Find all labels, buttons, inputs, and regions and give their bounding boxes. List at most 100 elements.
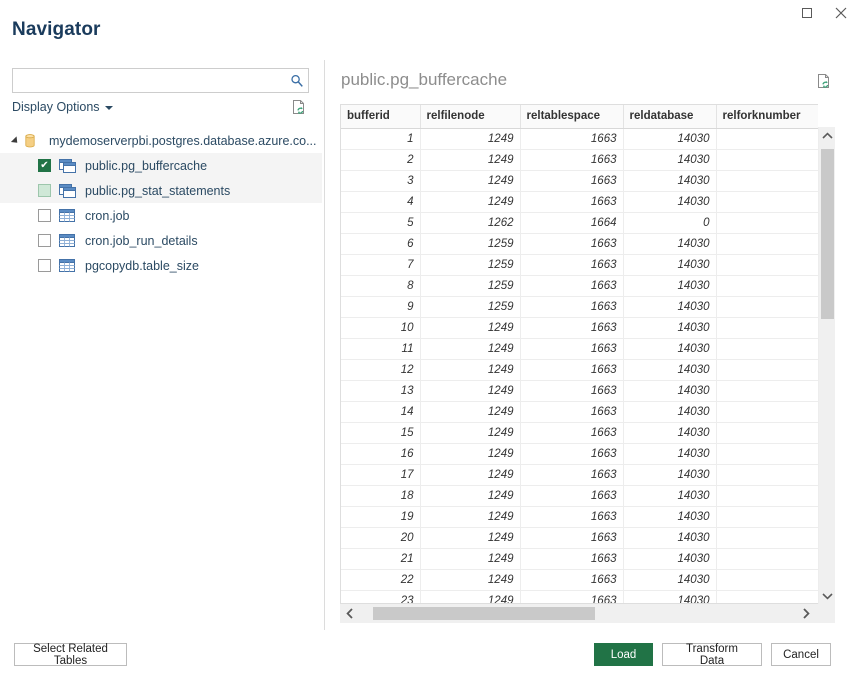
table-cell-reltablespace: 1663 — [520, 149, 623, 170]
column-header-relforknumber[interactable]: relforknumber — [716, 105, 818, 128]
table-row[interactable]: 412491663140300 — [341, 191, 818, 212]
preview-data-grid[interactable]: bufferid relfilenode reltablespace relda… — [340, 104, 818, 604]
column-header-reldatabase[interactable]: reldatabase — [623, 105, 716, 128]
table-row[interactable]: 1212491663140300 — [341, 359, 818, 380]
table-cell-reldatabase: 14030 — [623, 359, 716, 380]
pane-divider[interactable] — [324, 60, 325, 630]
expander-triangle-icon[interactable] — [8, 128, 22, 153]
table-cell-relfilenode: 1249 — [420, 401, 520, 422]
table-row[interactable]: 1912491663140300 — [341, 506, 818, 527]
refresh-document-icon[interactable] — [815, 72, 833, 90]
table-cell-bufferid: 11 — [341, 338, 420, 359]
table-cell-reldatabase: 14030 — [623, 485, 716, 506]
table-cell-bufferid: 1 — [341, 128, 420, 149]
table-row[interactable]: 112491663140300 — [341, 128, 818, 149]
table-cell-bufferid: 18 — [341, 485, 420, 506]
table-row[interactable]: 1512491663140300 — [341, 422, 818, 443]
tree-item-label: cron.job — [85, 209, 129, 223]
display-options-dropdown[interactable]: Display Options — [12, 100, 113, 114]
left-pane: Display Options — [0, 60, 324, 630]
table-row[interactable]: 712591663140300 — [341, 254, 818, 275]
checkbox-public-pg-stat-statements[interactable] — [38, 184, 51, 197]
table-icon — [58, 233, 78, 249]
maximize-icon — [802, 8, 812, 18]
preview-vertical-scrollbar[interactable] — [818, 127, 835, 604]
scroll-up-icon[interactable] — [819, 127, 836, 144]
horizontal-scroll-thumb[interactable] — [373, 607, 595, 620]
table-row[interactable]: 612591663140300 — [341, 233, 818, 254]
vertical-scroll-thumb[interactable] — [821, 149, 834, 319]
column-header-reltablespace[interactable]: reltablespace — [520, 105, 623, 128]
checkbox-cron-job[interactable] — [38, 209, 51, 222]
close-icon — [835, 7, 847, 19]
table-cell-bufferid: 17 — [341, 464, 420, 485]
table-cell-bufferid: 6 — [341, 233, 420, 254]
tree-item-cron-job[interactable]: cron.job — [0, 203, 322, 228]
scroll-down-icon[interactable] — [819, 587, 836, 604]
table-body: 1124916631403002124916631403013124916631… — [341, 128, 818, 604]
table-row[interactable]: 2312491663140300 — [341, 590, 818, 604]
table-row[interactable]: 1812491663140300 — [341, 485, 818, 506]
table-cell-reldatabase: 14030 — [623, 254, 716, 275]
search-input[interactable] — [13, 69, 286, 92]
select-related-tables-button[interactable]: Select Related Tables — [14, 643, 127, 666]
table-row[interactable]: 2012491663140300 — [341, 527, 818, 548]
preview-horizontal-scrollbar[interactable] — [340, 604, 835, 623]
tree-node-server[interactable]: mydemoserverpbi.postgres.database.azure.… — [0, 128, 322, 153]
checkbox-pgcopydb-table-size[interactable] — [38, 259, 51, 272]
table-cell-relfilenode: 1249 — [420, 338, 520, 359]
table-row[interactable]: 1312491663140300 — [341, 380, 818, 401]
table-cell-relfilenode: 1249 — [420, 527, 520, 548]
close-button[interactable] — [824, 0, 858, 26]
checkbox-public-pg-buffercache[interactable]: ✔ — [38, 159, 51, 172]
table-row[interactable]: 2212491663140300 — [341, 569, 818, 590]
table-row[interactable]: 312491663140300 — [341, 170, 818, 191]
table-cell-reldatabase: 14030 — [623, 569, 716, 590]
table-cell-relfilenode: 1249 — [420, 506, 520, 527]
tree-item-public-pg-buffercache[interactable]: ✔ public.pg_buffercache — [0, 153, 322, 178]
table-cell-relfilenode: 1249 — [420, 149, 520, 170]
tree-item-label: public.pg_stat_statements — [85, 184, 230, 198]
table-cell-reldatabase: 14030 — [623, 317, 716, 338]
transform-data-button[interactable]: Transform Data — [662, 643, 762, 666]
page-title: Navigator — [12, 19, 101, 41]
table-row[interactable]: 1612491663140300 — [341, 443, 818, 464]
table-cell-relforknumber — [716, 191, 818, 212]
table-row[interactable]: 2112491663140300 — [341, 548, 818, 569]
scroll-right-icon[interactable] — [796, 604, 815, 623]
column-header-relfilenode[interactable]: relfilenode — [420, 105, 520, 128]
table-row[interactable]: 812591663140300 — [341, 275, 818, 296]
table-cell-reltablespace: 1663 — [520, 422, 623, 443]
table-row[interactable]: 51262166400 — [341, 212, 818, 233]
table-row[interactable]: 1012491663140300 — [341, 317, 818, 338]
table-cell-reltablespace: 1663 — [520, 359, 623, 380]
search-icon[interactable] — [286, 69, 308, 92]
table-row[interactable]: 212491663140301 — [341, 149, 818, 170]
maximize-button[interactable] — [790, 0, 824, 26]
table-row[interactable]: 1112491663140300 — [341, 338, 818, 359]
search-box[interactable] — [12, 68, 309, 93]
view-icon — [58, 158, 78, 174]
tree-item-cron-job-run-details[interactable]: cron.job_run_details — [0, 228, 322, 253]
table-row[interactable]: 912591663140300 — [341, 296, 818, 317]
table-cell-reltablespace: 1664 — [520, 212, 623, 233]
table-cell-bufferid: 19 — [341, 506, 420, 527]
load-button[interactable]: Load — [594, 643, 653, 666]
table-row[interactable]: 1712491663140300 — [341, 464, 818, 485]
table-cell-relforknumber — [716, 254, 818, 275]
table-cell-bufferid: 3 — [341, 170, 420, 191]
footer-bar: Select Related Tables Load Transform Dat… — [0, 630, 858, 685]
table-cell-bufferid: 23 — [341, 590, 420, 604]
tree-item-pgcopydb-table-size[interactable]: pgcopydb.table_size — [0, 253, 322, 278]
table-cell-reltablespace: 1663 — [520, 170, 623, 191]
cancel-button[interactable]: Cancel — [771, 643, 831, 666]
refresh-document-icon[interactable] — [290, 98, 308, 116]
tree-item-public-pg-stat-statements[interactable]: public.pg_stat_statements — [0, 178, 322, 203]
column-header-bufferid[interactable]: bufferid — [341, 105, 420, 128]
table-row[interactable]: 1412491663140300 — [341, 401, 818, 422]
table-cell-relforknumber — [716, 485, 818, 506]
tree-node-server-label: mydemoserverpbi.postgres.database.azure.… — [49, 134, 317, 148]
table-cell-reldatabase: 14030 — [623, 401, 716, 422]
checkbox-cron-job-run-details[interactable] — [38, 234, 51, 247]
scroll-left-icon[interactable] — [340, 604, 359, 623]
